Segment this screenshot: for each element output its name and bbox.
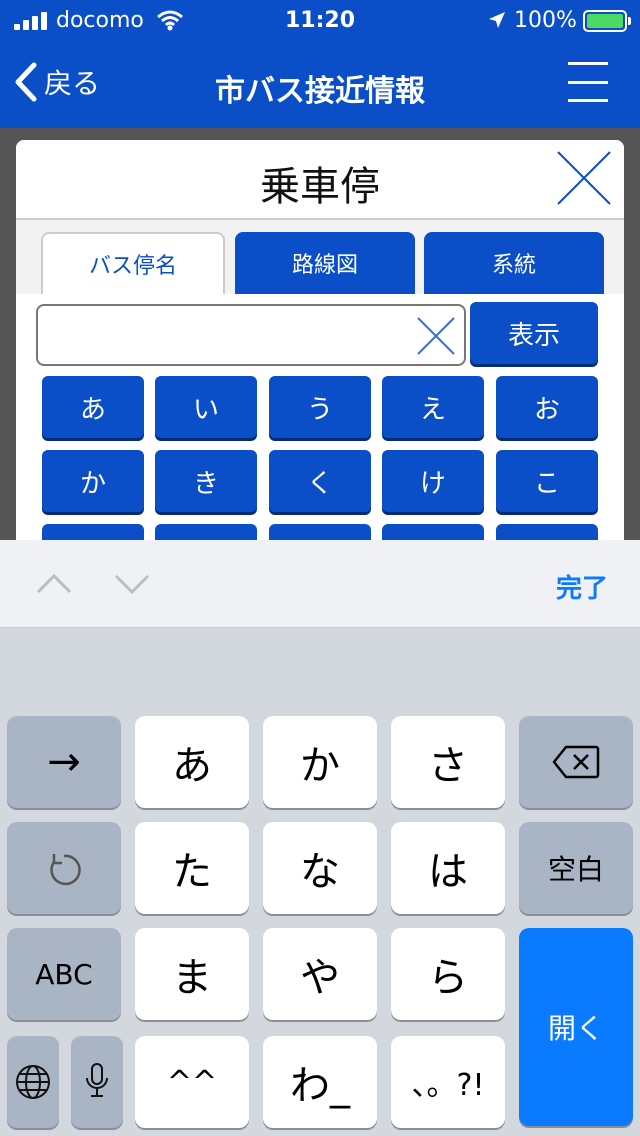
kana-button[interactable]: き <box>155 450 257 512</box>
top-bar: docomo 11:20 100% 戻る 市バス接近情報 <box>0 0 640 128</box>
kana-key[interactable]: な <box>263 822 377 914</box>
kana-button[interactable] <box>382 524 484 540</box>
undo-icon <box>50 854 81 886</box>
stop-selector-modal: 乗車停 バス停名 路線図 系統 表示 あ い う え お か き く け こ <box>16 140 624 540</box>
undo-key[interactable] <box>7 822 121 914</box>
globe-icon <box>16 1065 50 1099</box>
tab-bar: バス停名 路線図 系統 <box>16 232 624 294</box>
kana-button[interactable] <box>42 524 144 540</box>
kana-button[interactable]: く <box>269 450 371 512</box>
tab-route-map[interactable]: 路線図 <box>235 232 415 294</box>
microphone-icon <box>86 1063 108 1097</box>
kana-key[interactable]: さ <box>391 716 505 808</box>
microphone-key[interactable] <box>71 1036 123 1128</box>
tab-route-number[interactable]: 系統 <box>424 232 604 294</box>
chevron-down-icon[interactable] <box>112 564 152 604</box>
done-button[interactable]: 完了 <box>556 568 608 605</box>
show-button[interactable]: 表示 <box>470 302 598 364</box>
open-key[interactable]: 開く <box>519 928 633 1126</box>
chevron-up-icon[interactable] <box>34 564 74 604</box>
tab-bus-stop-name[interactable]: バス停名 <box>41 232 225 294</box>
kana-key[interactable]: わ_ <box>263 1036 377 1128</box>
modal-title: 乗車停 <box>260 164 380 210</box>
battery-percent: 100% <box>514 8 577 33</box>
battery-icon <box>583 10 631 32</box>
punctuation-key[interactable]: 、。?! <box>391 1036 505 1128</box>
kana-button[interactable] <box>155 524 257 540</box>
kana-key[interactable]: ら <box>391 928 505 1020</box>
keyboard: → あ か さ た な は 空白 ABC ま や ら 開く ^^ わ_ 、。?! <box>0 628 640 1136</box>
location-arrow-icon <box>489 12 505 28</box>
kana-button[interactable]: う <box>269 376 371 438</box>
abc-key[interactable]: ABC <box>7 928 121 1020</box>
page-title: 市バス接近情報 <box>215 74 425 109</box>
search-input[interactable] <box>36 304 466 366</box>
globe-key[interactable] <box>7 1036 59 1128</box>
arrow-right-key[interactable]: → <box>7 716 121 808</box>
backspace-icon <box>552 745 600 779</box>
kana-button[interactable]: け <box>382 450 484 512</box>
kana-button[interactable]: か <box>42 450 144 512</box>
kana-button[interactable]: お <box>496 376 598 438</box>
nav-bar: 戻る 市バス接近情報 <box>0 44 640 128</box>
keyboard-toolbar: 完了 <box>0 540 640 628</box>
kana-key[interactable]: か <box>263 716 377 808</box>
kana-button[interactable]: い <box>155 376 257 438</box>
kana-key[interactable]: た <box>135 822 249 914</box>
kana-button[interactable]: こ <box>496 450 598 512</box>
kana-button[interactable] <box>496 524 598 540</box>
kana-button[interactable]: あ <box>42 376 144 438</box>
delete-key[interactable] <box>519 716 633 808</box>
hamburger-menu-icon[interactable] <box>568 62 608 102</box>
close-icon[interactable] <box>554 148 614 208</box>
search-panel: 表示 あ い う え お か き く け こ <box>16 294 624 540</box>
status-bar: docomo 11:20 100% <box>0 0 640 44</box>
kana-key[interactable]: あ <box>135 716 249 808</box>
kana-button[interactable] <box>269 524 371 540</box>
kana-key[interactable]: ま <box>135 928 249 1020</box>
kana-key[interactable]: や <box>263 928 377 1020</box>
space-key[interactable]: 空白 <box>519 822 633 914</box>
kaomoji-key[interactable]: ^^ <box>135 1036 249 1128</box>
modal-header: 乗車停 <box>16 140 624 220</box>
kana-key[interactable]: は <box>391 822 505 914</box>
kana-button[interactable]: え <box>382 376 484 438</box>
clear-icon[interactable] <box>414 314 458 358</box>
